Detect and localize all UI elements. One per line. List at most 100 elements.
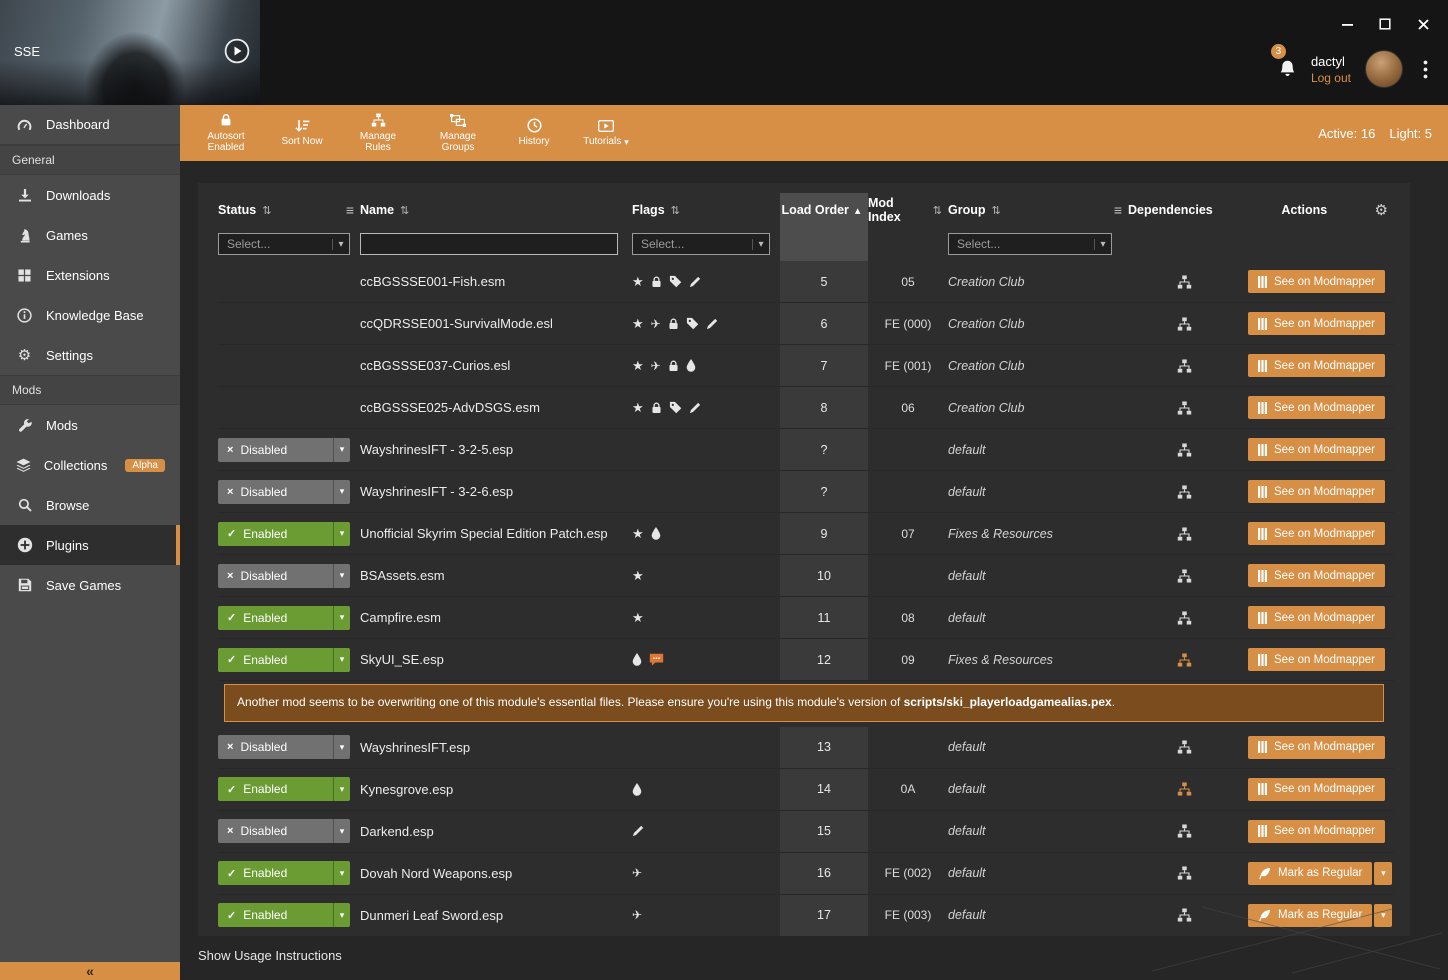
column-header-load-order[interactable]: Load Order ▴	[780, 193, 868, 227]
status-dropdown-caret[interactable]: ▾	[333, 648, 350, 672]
see-on-modmapper-button[interactable]: See on Modmapper	[1248, 564, 1385, 587]
status-toggle-button[interactable]: ×Disabled▾	[218, 819, 350, 843]
sidebar-item-settings[interactable]: ⚙Settings	[0, 335, 180, 375]
plugin-row[interactable]: ✓Enabled▾Unofficial Skyrim Special Editi…	[218, 513, 1394, 555]
plugin-row[interactable]: ccBGSSSE037-Curios.esl★✈7FE (001)Creatio…	[218, 345, 1394, 387]
toolbar-button-autosort[interactable]: Autosort Enabled	[196, 113, 256, 154]
status-dropdown-caret[interactable]: ▾	[333, 777, 350, 801]
dependencies-icon[interactable]	[1177, 275, 1192, 289]
status-dropdown-caret[interactable]: ▾	[333, 861, 350, 885]
plugin-row[interactable]: ✓Enabled▾SkyUI_SE.esp1209Fixes & Resourc…	[218, 639, 1394, 681]
status-toggle-button[interactable]: ×Disabled▾	[218, 438, 350, 462]
plugin-row[interactable]: ✓Enabled▾Dovah Nord Weapons.esp✈16FE (00…	[218, 853, 1394, 895]
status-toggle-button[interactable]: ×Disabled▾	[218, 564, 350, 588]
group-by-group-icon[interactable]: ≡	[1114, 202, 1122, 218]
sidebar-item-mods[interactable]: Mods	[0, 405, 180, 445]
group-filter-select[interactable]: Select... ▾	[948, 233, 1112, 255]
mark-as-regular-button[interactable]: Mark as Regular	[1248, 904, 1372, 927]
plugin-row[interactable]: ✓Enabled▾Kynesgrove.esp140AdefaultSee on…	[218, 769, 1394, 811]
plugin-row[interactable]: ✓Enabled▾Dunmeri Leaf Sword.esp✈17FE (00…	[218, 895, 1394, 936]
see-on-modmapper-button[interactable]: See on Modmapper	[1248, 648, 1385, 671]
sidebar-item-extensions[interactable]: Extensions	[0, 255, 180, 295]
toolbar-button-tutorials[interactable]: Tutorials▾	[580, 113, 632, 154]
see-on-modmapper-button[interactable]: See on Modmapper	[1248, 820, 1385, 843]
status-dropdown-caret[interactable]: ▾	[333, 522, 350, 546]
plugin-row[interactable]: ccQDRSSE001-SurvivalMode.esl★✈6FE (000)C…	[218, 303, 1394, 345]
status-toggle-button[interactable]: ✓Enabled▾	[218, 861, 350, 885]
dependencies-icon[interactable]	[1177, 317, 1192, 331]
column-header-mod-index[interactable]: Mod Index ⇅	[868, 193, 948, 227]
plugin-row[interactable]: ccBGSSSE001-Fish.esm★505Creation ClubSee…	[218, 261, 1394, 303]
name-filter-input[interactable]	[360, 233, 618, 255]
plugin-row[interactable]: ×Disabled▾WayshrinesIFT.esp13defaultSee …	[218, 727, 1394, 769]
status-toggle-button[interactable]: ✓Enabled▾	[218, 606, 350, 630]
sidebar-item-plugins[interactable]: Plugins	[0, 525, 180, 565]
dependencies-icon[interactable]	[1177, 527, 1192, 541]
minimize-button[interactable]	[1332, 12, 1362, 36]
mark-as-regular-button[interactable]: Mark as Regular	[1248, 862, 1372, 885]
sidebar-item-games[interactable]: Games	[0, 215, 180, 255]
status-dropdown-caret[interactable]: ▾	[333, 480, 350, 504]
dependencies-icon[interactable]	[1177, 740, 1192, 754]
toolbar-button-sort-now[interactable]: Sort Now	[276, 113, 328, 154]
plugin-row[interactable]: ×Disabled▾BSAssets.esm★10defaultSee on M…	[218, 555, 1394, 597]
toolbar-button-manage-groups[interactable]: Manage Groups	[428, 113, 488, 154]
dependencies-icon[interactable]	[1177, 401, 1192, 415]
status-filter-select[interactable]: Select... ▾	[218, 233, 350, 255]
notifications-bell-icon[interactable]	[1278, 59, 1297, 79]
toolbar-button-manage-rules[interactable]: Manage Rules	[348, 113, 408, 154]
see-on-modmapper-button[interactable]: See on Modmapper	[1248, 270, 1385, 293]
status-dropdown-caret[interactable]: ▾	[333, 564, 350, 588]
table-settings-gear-icon[interactable]: ⚙	[1375, 201, 1388, 219]
column-header-flags[interactable]: Flags ⇅	[632, 193, 780, 227]
play-game-icon[interactable]	[224, 38, 250, 64]
see-on-modmapper-button[interactable]: See on Modmapper	[1248, 396, 1385, 419]
sidebar-item-save-games[interactable]: Save Games	[0, 565, 180, 605]
status-toggle-button[interactable]: ×Disabled▾	[218, 480, 350, 504]
status-toggle-button[interactable]: ×Disabled▾	[218, 735, 350, 759]
see-on-modmapper-button[interactable]: See on Modmapper	[1248, 736, 1385, 759]
status-dropdown-caret[interactable]: ▾	[333, 438, 350, 462]
dependencies-icon[interactable]	[1177, 653, 1192, 667]
see-on-modmapper-button[interactable]: See on Modmapper	[1248, 312, 1385, 335]
logout-link[interactable]: Log out	[1311, 71, 1351, 85]
plugin-row[interactable]: ×Disabled▾Darkend.esp15defaultSee on Mod…	[218, 811, 1394, 853]
status-toggle-button[interactable]: ✓Enabled▾	[218, 522, 350, 546]
kebab-menu-icon[interactable]	[1417, 56, 1434, 83]
dependencies-icon[interactable]	[1177, 908, 1192, 922]
see-on-modmapper-button[interactable]: See on Modmapper	[1248, 606, 1385, 629]
sidebar-item-browse[interactable]: Browse	[0, 485, 180, 525]
close-button[interactable]	[1408, 12, 1438, 36]
dependencies-icon[interactable]	[1177, 569, 1192, 583]
sidebar-item-dashboard[interactable]: Dashboard	[0, 105, 180, 145]
sidebar-collapse-button[interactable]: «	[0, 962, 180, 980]
see-on-modmapper-button[interactable]: See on Modmapper	[1248, 480, 1385, 503]
game-thumbnail[interactable]: SSE	[0, 0, 260, 105]
action-dropdown-caret[interactable]: ▾	[1374, 862, 1392, 885]
column-header-group[interactable]: Group ⇅ ≡	[948, 193, 1128, 227]
plugin-row[interactable]: ×Disabled▾WayshrinesIFT - 3-2-6.esp?defa…	[218, 471, 1394, 513]
sidebar-item-downloads[interactable]: Downloads	[0, 175, 180, 215]
maximize-button[interactable]	[1370, 12, 1400, 36]
status-dropdown-caret[interactable]: ▾	[333, 606, 350, 630]
avatar[interactable]	[1365, 50, 1403, 88]
dependencies-icon[interactable]	[1177, 782, 1192, 796]
sidebar-item-knowledge-base[interactable]: Knowledge Base	[0, 295, 180, 335]
see-on-modmapper-button[interactable]: See on Modmapper	[1248, 522, 1385, 545]
see-on-modmapper-button[interactable]: See on Modmapper	[1248, 438, 1385, 461]
status-dropdown-caret[interactable]: ▾	[333, 903, 350, 927]
see-on-modmapper-button[interactable]: See on Modmapper	[1248, 354, 1385, 377]
flags-filter-select[interactable]: Select... ▾	[632, 233, 770, 255]
action-dropdown-caret[interactable]: ▾	[1374, 904, 1392, 927]
toolbar-button-history[interactable]: History	[508, 113, 560, 154]
dependencies-icon[interactable]	[1177, 824, 1192, 838]
column-header-status[interactable]: Status ⇅ ≡	[218, 193, 360, 227]
dependencies-icon[interactable]	[1177, 443, 1192, 457]
sidebar-item-collections[interactable]: CollectionsAlpha	[0, 445, 180, 485]
plugin-row[interactable]: ccBGSSSE025-AdvDSGS.esm★806Creation Club…	[218, 387, 1394, 429]
dependencies-icon[interactable]	[1177, 485, 1192, 499]
plugin-row[interactable]: ✓Enabled▾Campfire.esm★1108defaultSee on …	[218, 597, 1394, 639]
dependencies-icon[interactable]	[1177, 359, 1192, 373]
status-toggle-button[interactable]: ✓Enabled▾	[218, 648, 350, 672]
plugin-row[interactable]: ×Disabled▾WayshrinesIFT - 3-2-5.esp?defa…	[218, 429, 1394, 471]
